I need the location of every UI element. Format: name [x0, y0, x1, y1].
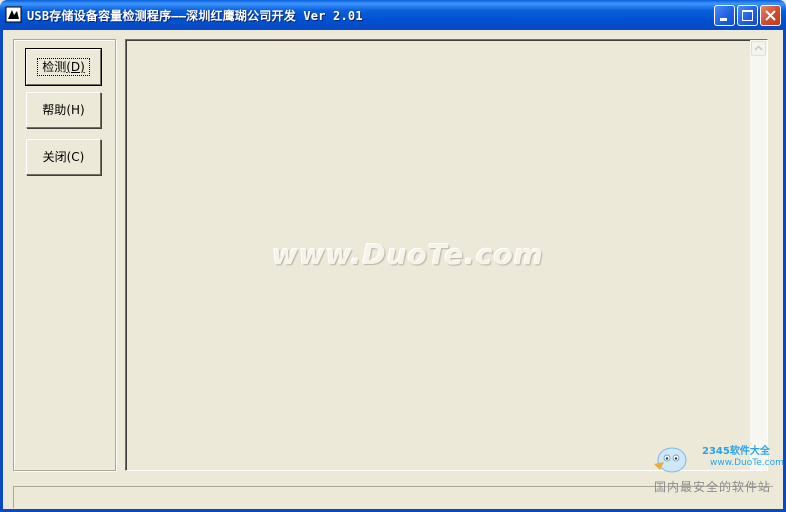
help-button-mnemonic: (H) — [66, 103, 85, 117]
badge-url: www.DuoTe.com — [710, 458, 784, 468]
detect-button-mnemonic: (D) — [66, 60, 85, 74]
chevron-up-icon — [754, 45, 763, 51]
watermark-text: www.DuoTe.com — [272, 238, 544, 271]
vertical-scrollbar[interactable] — [750, 40, 767, 470]
help-button-label: 帮助 — [42, 103, 67, 117]
close-icon — [765, 10, 776, 21]
maximize-icon — [742, 10, 753, 21]
close-button[interactable]: 关闭(C) — [26, 139, 101, 175]
detect-button[interactable]: 检测(D) — [25, 48, 102, 86]
detect-button-label: 检测 — [42, 60, 67, 74]
close-button-label: 关闭 — [42, 150, 67, 164]
minimize-icon — [720, 18, 727, 21]
help-button[interactable]: 帮助(H) — [26, 92, 101, 128]
badge-tagline: 国内最安全的软件站 — [654, 480, 772, 494]
detect-button-focus: 检测(D) — [37, 58, 90, 76]
badge-brand: 2345软件大全 — [702, 446, 770, 457]
scroll-up-button[interactable] — [751, 41, 766, 56]
window-title: USB存储设备容量检测程序——深圳红鹰瑚公司开发 Ver 2.01 — [27, 9, 363, 23]
minimize-button[interactable] — [714, 5, 735, 26]
close-button-mnemonic: (C) — [66, 150, 85, 164]
title-bar[interactable]: USB存储设备容量检测程序——深圳红鹰瑚公司开发 Ver 2.01 — [0, 0, 786, 30]
close-window-button[interactable] — [760, 5, 781, 26]
app-icon[interactable] — [5, 6, 22, 23]
maximize-button[interactable] — [737, 5, 758, 26]
